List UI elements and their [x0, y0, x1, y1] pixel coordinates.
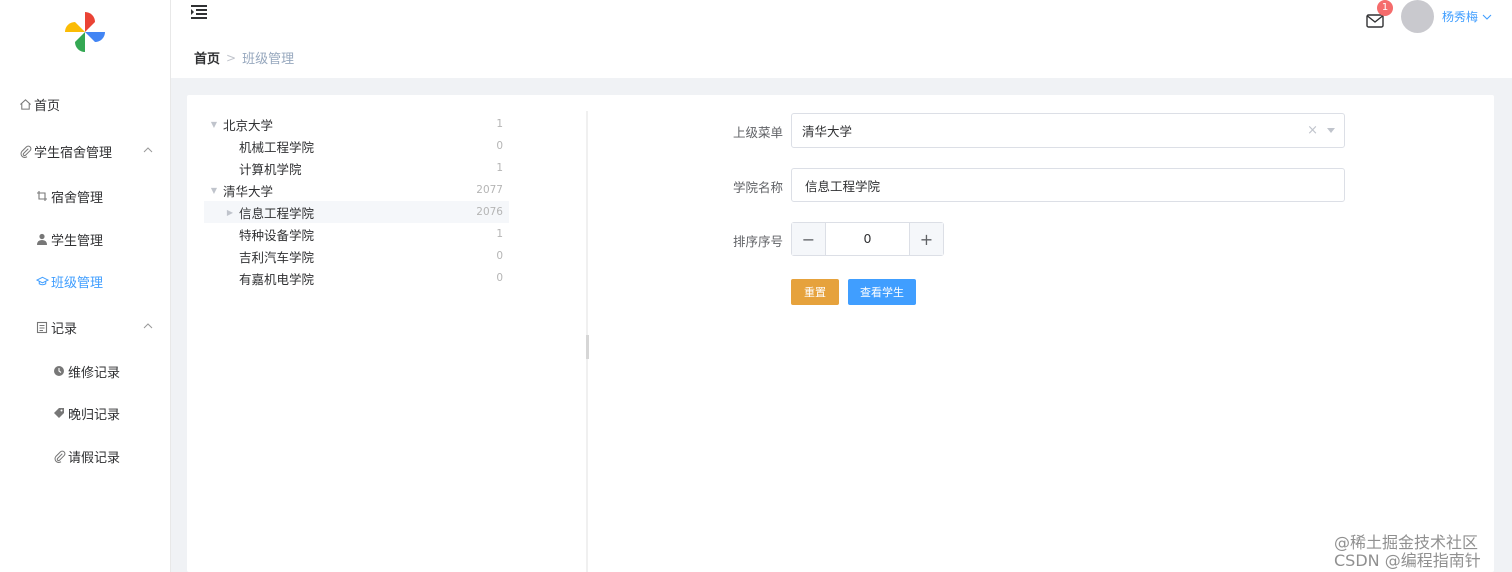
- sort-order-stepper: − 0 +: [791, 222, 944, 256]
- tree-node-label: 机械工程学院: [239, 139, 315, 155]
- chevron-up-icon[interactable]: [142, 320, 154, 332]
- graduation-cap-icon: [35, 274, 49, 288]
- document-icon: [35, 320, 49, 334]
- username: 杨秀梅: [1442, 10, 1479, 24]
- tree-node-count: 2076: [476, 206, 503, 218]
- sidebar-item-label: 学生管理: [51, 233, 104, 249]
- view-students-button[interactable]: 查看学生: [848, 279, 916, 305]
- tree-node[interactable]: 计算机学院 1: [204, 157, 509, 179]
- user-dropdown[interactable]: 杨秀梅: [1442, 8, 1493, 25]
- paperclip-icon: [18, 144, 32, 158]
- sidebar-item-repair-records[interactable]: 维修记录: [52, 359, 120, 383]
- sidebar-item-dorm-management-group[interactable]: 学生宿舍管理: [18, 139, 112, 163]
- crop-icon: [35, 189, 49, 203]
- reset-button[interactable]: 重置: [791, 279, 839, 305]
- sidebar-item-student-management[interactable]: 学生管理: [35, 227, 103, 251]
- tree-node-count: 1: [496, 118, 503, 130]
- sidebar-item-dorm-management[interactable]: 宿舍管理: [35, 184, 103, 208]
- notification-badge: 1: [1377, 0, 1393, 16]
- breadcrumb: 首页 > 班级管理: [194, 48, 295, 68]
- caret-right-icon[interactable]: ▶: [224, 206, 236, 218]
- tree-node-label: 北京大学: [223, 117, 274, 133]
- caret-down-icon[interactable]: ▼: [208, 184, 220, 196]
- sort-order-value[interactable]: 0: [826, 223, 909, 255]
- watermark: @稀土掘金技术社区 CSDN @编程指南针: [1334, 534, 1481, 570]
- sidebar: 首页 学生宿舍管理 宿舍管理 学生管理 班级管理 记录 维修记录 晚归记录 请假…: [0, 0, 171, 572]
- tree-node-count: 1: [496, 162, 503, 174]
- parent-menu-value: 清华大学: [802, 124, 853, 139]
- clear-icon[interactable]: ×: [1307, 123, 1318, 138]
- user-icon: [35, 232, 49, 246]
- breadcrumb-separator-icon: >: [226, 50, 237, 65]
- sidebar-item-label: 晚归记录: [68, 407, 121, 423]
- watermark-line: @稀土掘金技术社区: [1334, 533, 1479, 552]
- logo-icon: [65, 12, 105, 52]
- sort-order-label: 排序序号: [733, 234, 784, 249]
- chevron-down-icon: [1482, 14, 1492, 20]
- clock-icon: [52, 364, 66, 378]
- tree-node[interactable]: ▼ 清华大学 2077: [204, 179, 509, 201]
- increment-button[interactable]: +: [909, 223, 943, 255]
- tree-node-count: 2077: [476, 184, 503, 196]
- main-panel: ▼ 北京大学 1 机械工程学院 0 计算机学院 1 ▼ 清华大学 2077 ▶ …: [187, 95, 1494, 572]
- parent-menu-select[interactable]: 清华大学 ×: [791, 113, 1345, 148]
- college-name-label: 学院名称: [733, 180, 784, 195]
- tree-node[interactable]: 机械工程学院 0: [204, 135, 509, 157]
- tree-node-count: 1: [496, 228, 503, 240]
- sidebar-item-label: 班级管理: [51, 275, 104, 291]
- breadcrumb-current: 班级管理: [242, 52, 295, 67]
- sidebar-item-records-group[interactable]: 记录: [35, 315, 77, 339]
- tag-icon: [52, 406, 66, 420]
- top-header: 首页 > 班级管理 1 杨秀梅: [171, 0, 1512, 78]
- tree-node-selected[interactable]: ▶ 信息工程学院 2076: [204, 201, 509, 223]
- sidebar-item-home[interactable]: 首页: [18, 92, 60, 116]
- caret-down-icon: [1327, 128, 1335, 133]
- tree-node-count: 0: [496, 140, 503, 152]
- tree-node-label: 吉利汽车学院: [239, 249, 315, 265]
- paperclip-icon: [52, 449, 66, 463]
- tree-node-label: 有嘉机电学院: [239, 271, 315, 287]
- sidebar-item-late-return-records[interactable]: 晚归记录: [52, 401, 120, 425]
- breadcrumb-home[interactable]: 首页: [194, 48, 220, 67]
- avatar[interactable]: [1401, 0, 1434, 33]
- tree-node-count: 0: [496, 250, 503, 262]
- tree-node-label: 计算机学院: [239, 161, 302, 177]
- caret-down-icon[interactable]: ▼: [208, 118, 220, 130]
- chevron-up-icon[interactable]: [142, 144, 154, 156]
- tree-node[interactable]: 有嘉机电学院 0: [204, 267, 509, 289]
- sidebar-item-label: 维修记录: [68, 365, 121, 381]
- sidebar-item-label: 记录: [51, 321, 78, 337]
- college-name-input[interactable]: [791, 168, 1345, 202]
- menu-fold-icon[interactable]: [190, 4, 208, 20]
- tree-node[interactable]: ▼ 北京大学 1: [204, 113, 509, 135]
- decrement-button[interactable]: −: [792, 223, 826, 255]
- sidebar-item-label: 学生宿舍管理: [34, 145, 113, 161]
- tree-node-label: 清华大学: [223, 183, 274, 199]
- sidebar-item-label: 宿舍管理: [51, 190, 104, 206]
- tree-node[interactable]: 吉利汽车学院 0: [204, 245, 509, 267]
- watermark-line: CSDN @编程指南针: [1334, 551, 1481, 570]
- tree-node[interactable]: 特种设备学院 1: [204, 223, 509, 245]
- sidebar-item-class-management[interactable]: 班级管理: [35, 269, 103, 293]
- split-drag-handle[interactable]: [586, 335, 589, 359]
- tree-node-label: 信息工程学院: [239, 205, 315, 221]
- college-tree: ▼ 北京大学 1 机械工程学院 0 计算机学院 1 ▼ 清华大学 2077 ▶ …: [204, 113, 509, 289]
- sidebar-item-label: 请假记录: [68, 450, 121, 466]
- home-icon: [18, 97, 32, 111]
- sidebar-item-label: 首页: [34, 98, 61, 114]
- tree-node-count: 0: [496, 272, 503, 284]
- tree-node-label: 特种设备学院: [239, 227, 315, 243]
- sidebar-item-leave-records[interactable]: 请假记录: [52, 444, 120, 468]
- parent-menu-label: 上级菜单: [733, 125, 784, 140]
